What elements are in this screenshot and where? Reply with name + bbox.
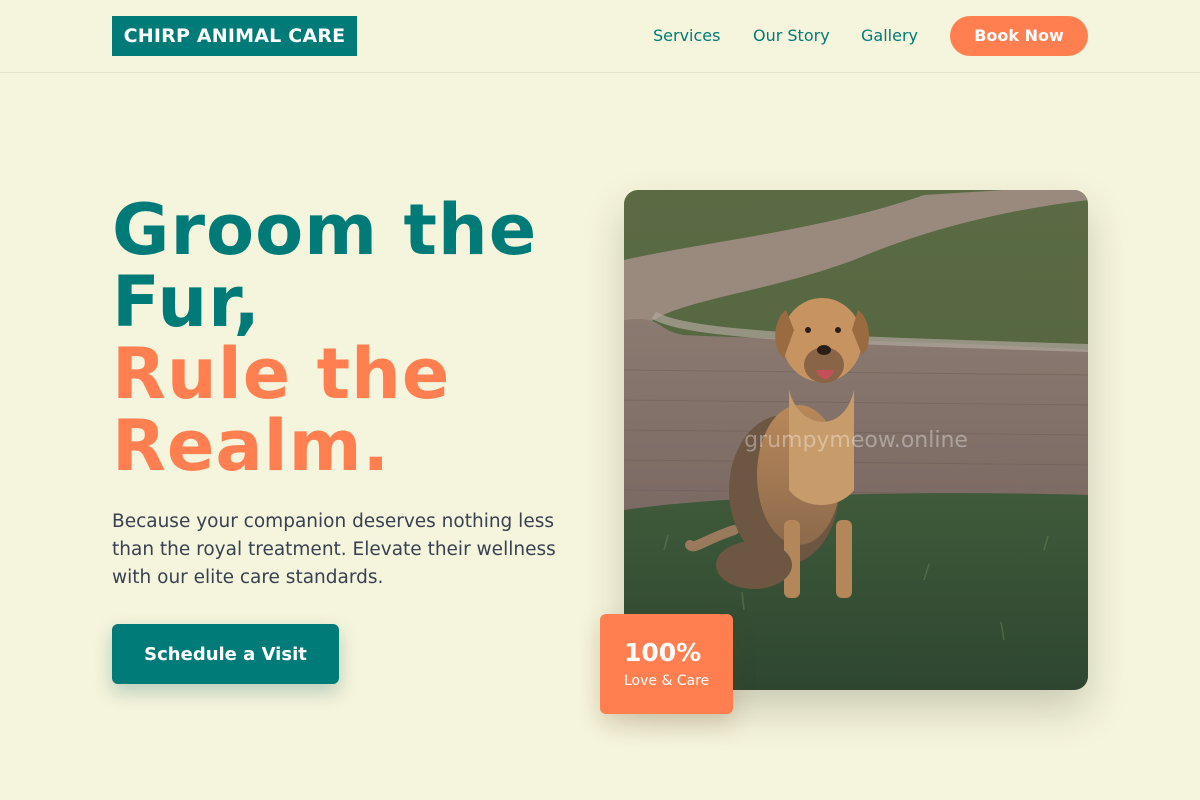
nav-link-gallery[interactable]: Gallery (861, 24, 918, 48)
nav-link-our-story[interactable]: Our Story (753, 24, 830, 48)
headline-line-2: Fur, (112, 261, 261, 343)
headline-line-4: Realm. (112, 405, 391, 487)
hero-subtext: Because your companion deserves nothing … (112, 511, 556, 588)
stat-value: 100% (624, 638, 702, 667)
photo-watermark: grumpymeow.online (744, 428, 968, 453)
schedule-visit-button[interactable]: Schedule a Visit (112, 624, 339, 684)
nav-link-services[interactable]: Services (653, 24, 720, 48)
stat-label: Love & Care (624, 673, 710, 689)
brand-logo[interactable]: CHIRP ANIMAL CARE (112, 16, 357, 56)
site-header: CHIRP ANIMAL CARE Services Our Story Gal… (0, 0, 1200, 73)
headline-line-3: Rule the (112, 333, 451, 415)
hero-headline: Groom the Fur, Rule the Realm. (112, 194, 582, 482)
stat-badge: 100% Love & Care (600, 614, 733, 714)
book-now-button[interactable]: Book Now (950, 16, 1088, 56)
headline-line-1: Groom the (112, 189, 538, 271)
